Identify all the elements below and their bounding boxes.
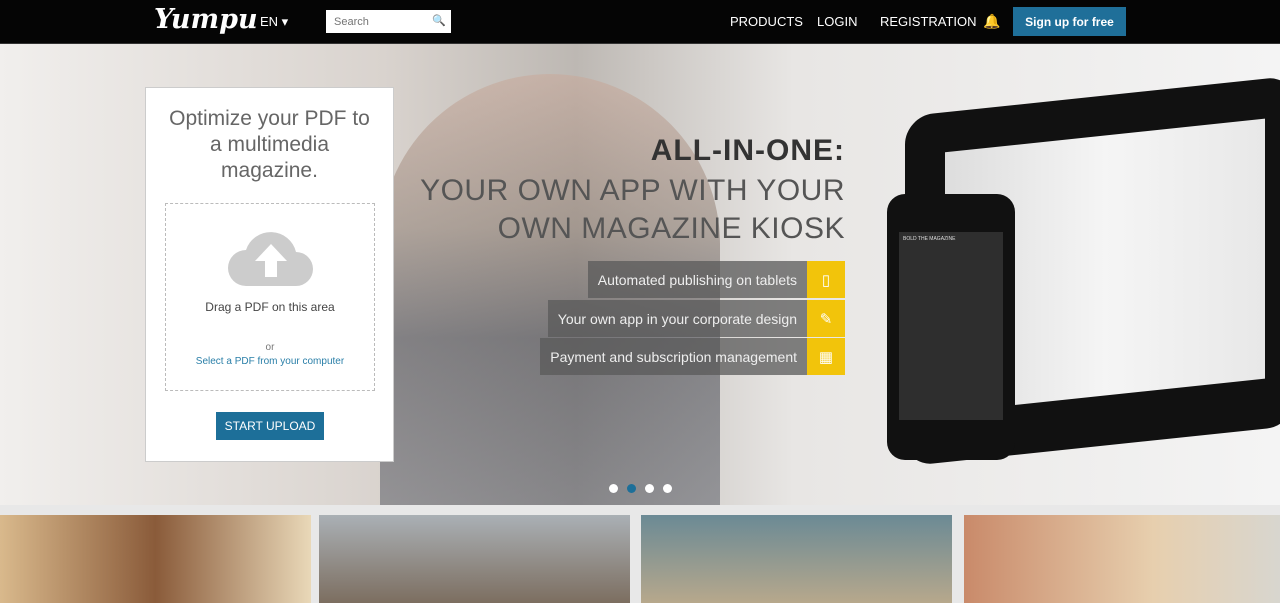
bell-icon[interactable]: 🔔 [983,13,1000,30]
subline-1: YOUR OWN APP WITH YOUR [420,174,845,207]
pencil-icon: ✎ [807,300,845,337]
start-upload-button[interactable]: START UPLOAD [216,412,324,440]
slide-dot-3[interactable] [645,484,654,493]
upload-panel: Optimize your PDF to a multimedia magazi… [145,87,394,462]
upload-title: Optimize your PDF to a multimedia magazi… [169,107,370,182]
search-icon[interactable]: 🔍 [432,14,446,27]
hero-headline: ALL-IN-ONE: [650,134,845,167]
slide-dot-2[interactable] [627,484,636,493]
subline-2: OWN MAGAZINE KIOSK [497,212,845,245]
cloud-upload-icon [228,232,313,286]
top-nav: Yumpu EN ▾ 🔍 PRODUCTS LOGIN REGISTRATION… [0,0,1280,44]
thumbnail-1[interactable] [0,515,311,603]
carousel-dots [609,484,672,493]
select-pdf-link[interactable]: Select a PDF from your computer [166,356,374,367]
tablet-icon: ▯ [807,261,845,298]
signup-button[interactable]: Sign up for free [1013,7,1126,36]
slide-dot-1[interactable] [609,484,618,493]
feature-app: Your own app in your corporate design ✎ [547,300,845,337]
feature-payment: Payment and subscription management ▦ [540,338,845,375]
drop-zone[interactable]: Drag a PDF on this area or Select a PDF … [165,203,375,391]
thumbnail-3[interactable] [641,515,952,603]
thumbnail-4[interactable] [964,515,1280,603]
feature-label: Payment and subscription management [540,338,807,375]
calendar-icon: ▦ [807,338,845,375]
feature-tablets: Automated publishing on tablets ▯ [587,261,845,298]
hero-subline: YOUR OWN APP WITH YOUR OWN MAGAZINE KIOSK [420,172,845,248]
nav-products[interactable]: PRODUCTS [730,14,803,29]
or-label: or [265,342,275,353]
nav-login[interactable]: LOGIN [817,14,857,29]
drag-label: Drag a PDF on this area [205,300,335,314]
slide-dot-4[interactable] [663,484,672,493]
phone-image: BOLD THE MAGAZINE [887,194,1015,460]
language-selector[interactable]: EN ▾ [260,14,288,30]
phone-title: BOLD THE MAGAZINE [903,236,956,242]
nav-registration[interactable]: REGISTRATION [880,14,977,29]
feature-label: Your own app in your corporate design [547,300,807,337]
thumbnail-2[interactable] [319,515,630,603]
feature-label: Automated publishing on tablets [587,261,807,298]
yumpu-logo[interactable]: Yumpu [154,4,258,35]
